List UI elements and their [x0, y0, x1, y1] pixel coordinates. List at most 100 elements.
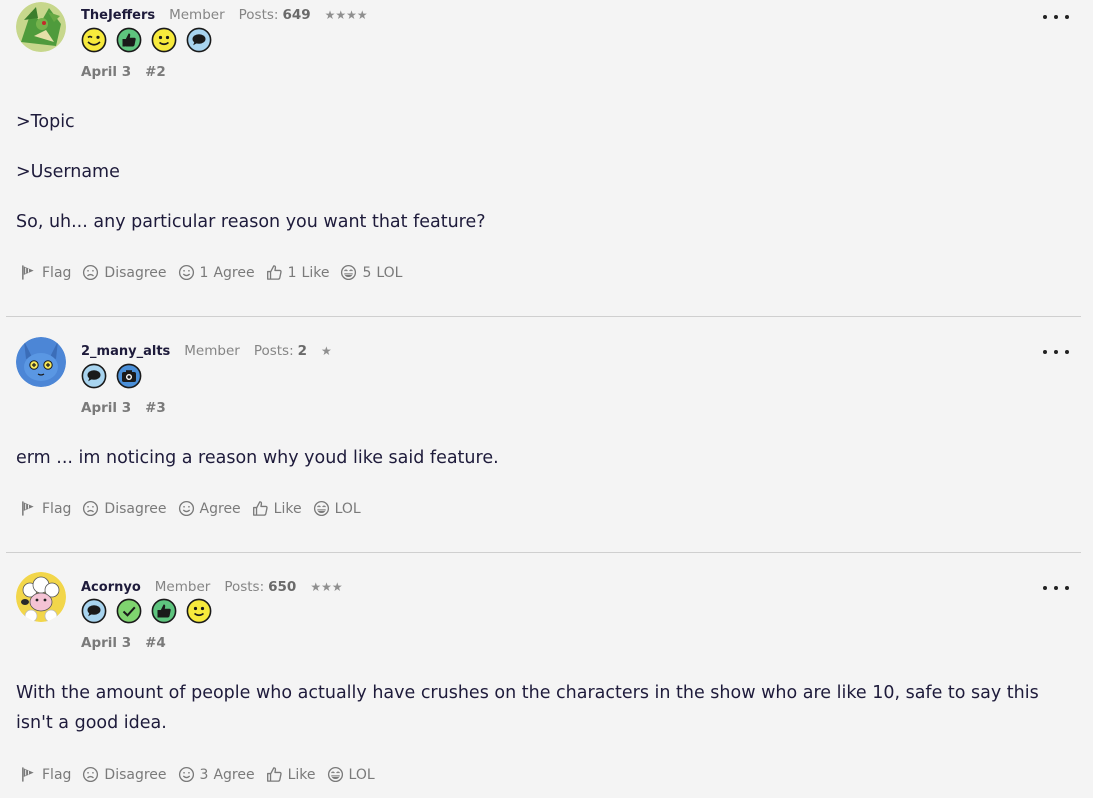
agree-button[interactable]: 1 Agree: [178, 264, 255, 281]
post-date-line: April 3 #4: [81, 635, 166, 651]
post-paragraph: >Username: [16, 162, 120, 182]
disagree-button[interactable]: Disagree: [82, 500, 167, 517]
posts-count: 2: [297, 343, 308, 359]
smile-face-icon: [178, 500, 195, 517]
agree-count: 1: [199, 264, 209, 281]
post-body: >Topic >Username So, uh... any particula…: [16, 107, 1076, 257]
post-body: With the amount of people who actually h…: [16, 678, 1076, 758]
laughing-face-icon: [313, 500, 330, 517]
badge-list: [81, 363, 142, 389]
wink-emoji-badge-icon[interactable]: [81, 27, 107, 53]
sad-face-icon: [82, 500, 99, 517]
thumbs-up-badge-icon[interactable]: [151, 598, 177, 624]
post-meta: Acornyo Member Posts: 650 ★★★: [81, 577, 343, 597]
dot-icon: [1054, 350, 1058, 354]
post-number[interactable]: #3: [145, 400, 166, 416]
avatar[interactable]: [16, 572, 66, 622]
posts-count: 650: [268, 579, 297, 595]
like-button[interactable]: 1 Like: [266, 264, 330, 281]
speech-bubble-badge-icon[interactable]: [81, 363, 107, 389]
post-meta: 2_many_alts Member Posts: 2 ★: [81, 341, 332, 361]
avatar[interactable]: [16, 337, 66, 387]
camera-badge-icon[interactable]: [116, 363, 142, 389]
reaction-bar: Flag Disagree Agree Like LOL: [20, 500, 372, 517]
agree-button[interactable]: Agree: [178, 500, 241, 517]
dot-icon: [1054, 15, 1058, 19]
username[interactable]: Acornyo: [81, 580, 141, 595]
posts-count: 649: [282, 7, 311, 23]
lol-button[interactable]: 5 LOL: [340, 264, 402, 281]
rank-stars: ★★★: [310, 580, 343, 594]
post-number[interactable]: #2: [145, 64, 166, 80]
post-number[interactable]: #4: [145, 635, 166, 651]
like-count: 1: [287, 264, 297, 281]
thumbs-up-icon: [266, 766, 283, 783]
more-options-button[interactable]: [1043, 342, 1069, 362]
flag-label: Flag: [42, 500, 72, 517]
agree-button[interactable]: 3 Agree: [178, 766, 255, 783]
smile-emoji-badge-icon[interactable]: [151, 27, 177, 53]
thumbs-up-icon: [266, 264, 283, 281]
thumbs-up-icon: [252, 500, 269, 517]
reaction-bar: Flag Disagree 1 Agree 1 Like 5 LOL: [20, 264, 413, 281]
disagree-label: Disagree: [104, 264, 167, 281]
disagree-label: Disagree: [104, 500, 167, 517]
more-options-button[interactable]: [1043, 578, 1069, 598]
thumbs-up-badge-icon[interactable]: [116, 27, 142, 53]
avatar[interactable]: [16, 2, 66, 52]
flag-icon: [20, 500, 37, 517]
dot-icon: [1065, 15, 1069, 19]
user-role: Member: [184, 343, 240, 359]
disagree-button[interactable]: Disagree: [82, 766, 167, 783]
disagree-button[interactable]: Disagree: [82, 264, 167, 281]
speech-bubble-badge-icon[interactable]: [186, 27, 212, 53]
flag-label: Flag: [42, 766, 72, 783]
flag-button[interactable]: Flag: [20, 264, 71, 281]
sad-face-icon: [82, 766, 99, 783]
flag-button[interactable]: Flag: [20, 766, 71, 783]
post-date[interactable]: April 3: [81, 400, 131, 416]
agree-label: Agree: [213, 264, 255, 281]
posts-label: Posts:: [238, 7, 279, 23]
post-meta: TheJeffers Member Posts: 649 ★★★★: [81, 5, 368, 25]
reaction-bar: Flag Disagree 3 Agree Like LOL: [20, 766, 386, 783]
like-label: Like: [301, 264, 330, 281]
post-date[interactable]: April 3: [81, 64, 131, 80]
lol-button[interactable]: LOL: [313, 500, 361, 517]
smile-emoji-badge-icon[interactable]: [186, 598, 212, 624]
post-date[interactable]: April 3: [81, 635, 131, 651]
post-date-line: April 3 #3: [81, 400, 166, 416]
post-paragraph: erm ... im noticing a reason why youd li…: [16, 448, 499, 468]
disagree-label: Disagree: [104, 766, 167, 783]
agree-count: 3: [199, 766, 209, 783]
agree-label: Agree: [199, 500, 241, 517]
post-body: erm ... im noticing a reason why youd li…: [16, 443, 1076, 493]
flag-button[interactable]: Flag: [20, 500, 71, 517]
badge-list: [81, 27, 212, 53]
laughing-face-icon: [340, 264, 357, 281]
dot-icon: [1065, 586, 1069, 590]
lol-label: LOL: [348, 766, 375, 783]
post-divider: [6, 552, 1081, 553]
username[interactable]: TheJeffers: [81, 8, 155, 23]
posts-label: Posts:: [224, 579, 265, 595]
like-button[interactable]: Like: [266, 766, 316, 783]
lol-label: LOL: [376, 264, 403, 281]
dot-icon: [1065, 350, 1069, 354]
creature-avatar-icon: [16, 337, 66, 387]
flag-label: Flag: [42, 264, 72, 281]
badge-list: [81, 598, 212, 624]
flag-icon: [20, 766, 37, 783]
posts-label: Posts:: [253, 343, 294, 359]
speech-bubble-badge-icon[interactable]: [81, 598, 107, 624]
post-paragraph: With the amount of people who actually h…: [16, 683, 1039, 733]
like-button[interactable]: Like: [252, 500, 302, 517]
sheep-avatar-icon: [16, 572, 66, 622]
lol-button[interactable]: LOL: [327, 766, 375, 783]
checkmark-badge-icon[interactable]: [116, 598, 142, 624]
post-paragraph: So, uh... any particular reason you want…: [16, 212, 486, 232]
username[interactable]: 2_many_alts: [81, 344, 170, 359]
rank-stars: ★: [321, 344, 332, 358]
more-options-button[interactable]: [1043, 7, 1069, 27]
post-paragraph: >Topic: [16, 112, 75, 132]
